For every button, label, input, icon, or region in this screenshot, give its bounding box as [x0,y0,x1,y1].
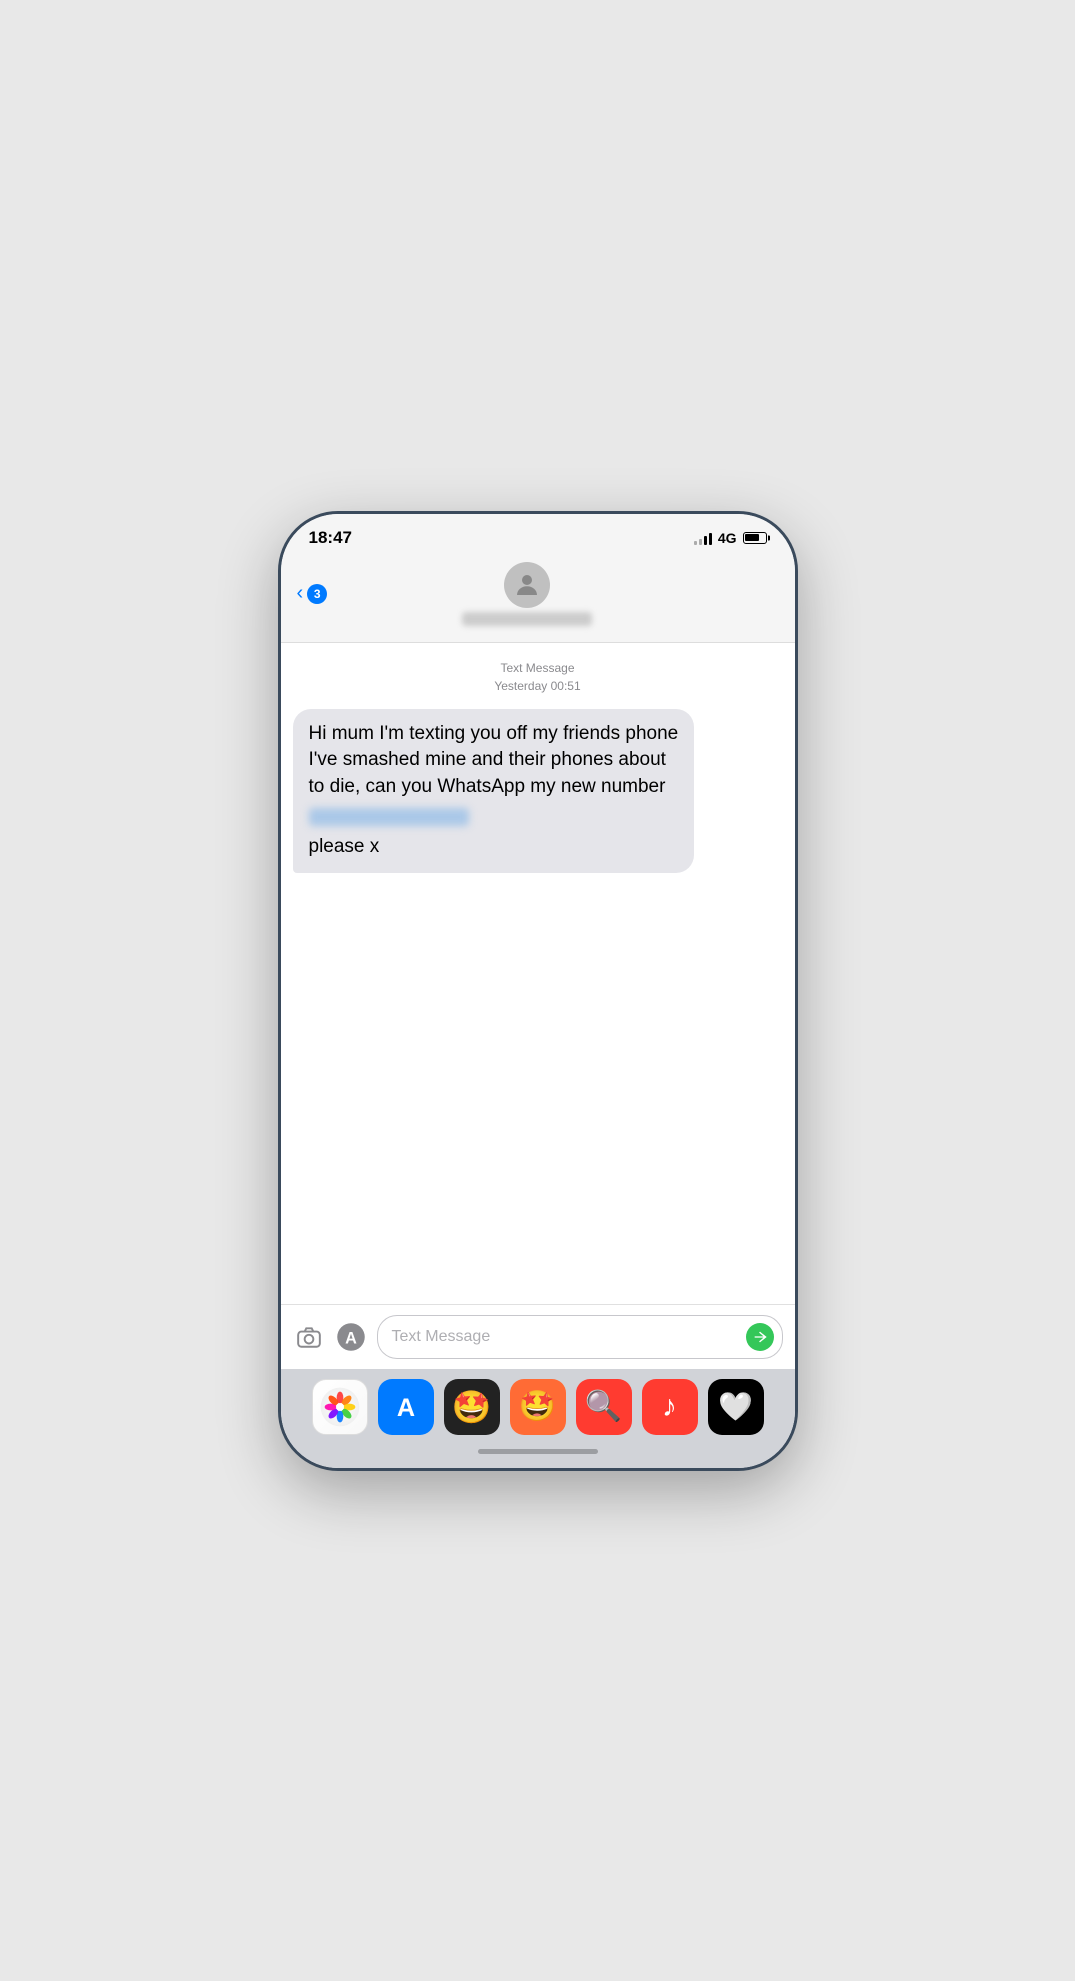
message-type-label: Text Message Yesterday 00:51 [293,659,783,695]
app-icon-photos[interactable] [312,1379,368,1435]
back-chevron-icon: ‹ [297,582,304,605]
svg-text:A: A [345,1329,357,1347]
memoji-emoji: 🤩 [452,1388,492,1426]
contact-name-redacted [462,612,592,626]
send-button[interactable] [746,1323,774,1351]
status-bar: 18:47 4G [281,514,795,554]
app-icon-music[interactable]: ♪ [642,1379,698,1435]
nav-header: ‹ 3 [281,554,795,643]
status-time: 18:47 [309,528,352,548]
home-indicator [281,1441,795,1468]
appstore-icon-svg: A [388,1389,424,1425]
app-icon-memoji[interactable]: 🤩 [444,1379,500,1435]
back-badge: 3 [307,584,327,604]
avatar [504,562,550,608]
volume-up-button [278,724,280,779]
message-meta: Text Message Yesterday 00:51 [293,659,783,695]
app-icon-appstore[interactable]: A [378,1379,434,1435]
phone-number-redacted [309,808,469,826]
svg-text:A: A [396,1394,414,1422]
volume-down-button [278,794,280,849]
battery-icon [743,532,767,544]
send-icon [752,1329,768,1345]
heart-icon: 🤍 [718,1390,753,1423]
input-area: A Text Message [281,1304,795,1369]
app-icon-emoji-sticker[interactable]: 🤩 [510,1379,566,1435]
status-icons: 4G [694,530,767,546]
contact-info [327,562,726,626]
back-button[interactable]: ‹ 3 [297,582,328,605]
appstore-small-icon[interactable]: A [335,1321,367,1353]
input-placeholder: Text Message [392,1328,738,1346]
app-tray: A 🤩 🤩 🔍 ♪ 🤍 [281,1369,795,1441]
message-text-part1: Hi mum I'm texting you off my friends ph… [309,723,679,797]
phone-screen: 18:47 4G ‹ 3 [281,514,795,1468]
app-icon-search[interactable]: 🔍 [576,1379,632,1435]
message-text-part2: please x [309,834,679,861]
message-input-field[interactable]: Text Message [377,1315,783,1359]
message-bubble: Hi mum I'm texting you off my friends ph… [293,709,695,873]
search-globe-icon: 🔍 [585,1389,622,1424]
message-area[interactable]: Text Message Yesterday 00:51 Hi mum I'm … [281,643,795,1304]
signal-icon [694,531,712,545]
photos-icon-svg [320,1387,360,1427]
app-icon-heart[interactable]: 🤍 [708,1379,764,1435]
home-bar [478,1449,598,1454]
incoming-message: Hi mum I'm texting you off my friends ph… [293,709,783,873]
person-icon [512,570,542,600]
phone-frame: 18:47 4G ‹ 3 [278,511,798,1471]
network-type: 4G [718,530,737,546]
emoji-sticker-icon: 🤩 [519,1389,556,1424]
camera-icon[interactable] [293,1321,325,1353]
music-note-icon: ♪ [662,1390,677,1424]
